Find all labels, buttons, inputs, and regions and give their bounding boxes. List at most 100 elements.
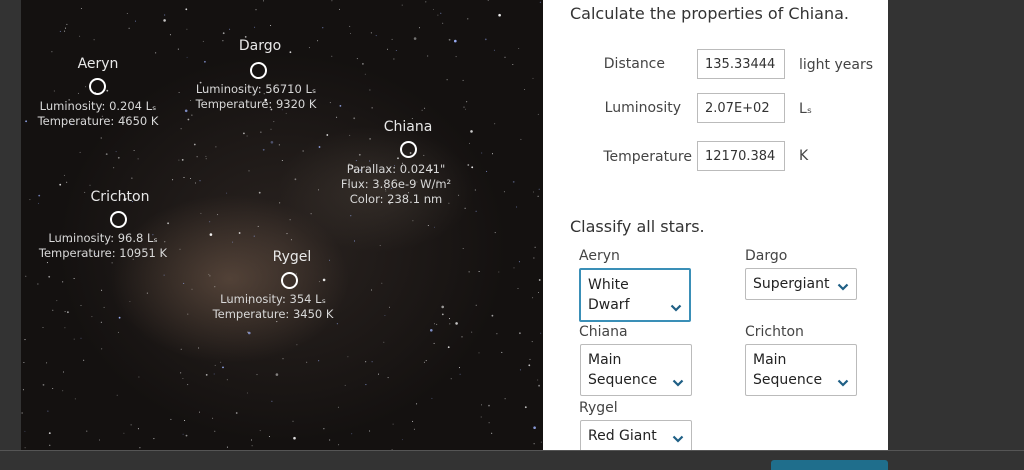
background-star bbox=[23, 362, 25, 363]
background-star bbox=[350, 215, 352, 217]
classify-value-crichton: Main Sequence bbox=[753, 352, 823, 388]
distance-input[interactable] bbox=[697, 49, 785, 79]
background-star bbox=[24, 430, 26, 432]
star-info-dargo: Luminosity: 56710 Lₛ Temperature: 9320 K bbox=[181, 82, 331, 112]
background-star bbox=[503, 191, 505, 193]
background-star bbox=[427, 55, 429, 57]
background-star bbox=[53, 90, 55, 92]
star-marker-crichton[interactable] bbox=[110, 211, 127, 228]
submit-button[interactable] bbox=[771, 460, 888, 470]
background-star bbox=[205, 155, 207, 157]
background-star bbox=[354, 240, 355, 242]
background-star bbox=[338, 444, 340, 446]
background-star bbox=[256, 374, 258, 376]
background-star bbox=[193, 143, 196, 146]
distance-label: Distance bbox=[603, 56, 665, 72]
background-star bbox=[401, 439, 403, 441]
background-star bbox=[100, 137, 102, 139]
background-star bbox=[232, 241, 234, 243]
background-star bbox=[412, 420, 414, 422]
temperature-unit: K bbox=[799, 148, 809, 164]
star-flux-chiana: Flux: 3.86e-9 W/m² bbox=[340, 177, 452, 191]
background-star bbox=[103, 306, 105, 308]
background-star bbox=[24, 447, 26, 449]
background-star bbox=[336, 323, 338, 325]
classify-select-chiana[interactable]: Main Sequence bbox=[580, 344, 692, 396]
background-star bbox=[130, 424, 132, 426]
background-star bbox=[46, 262, 48, 264]
star-luminosity-dargo: Luminosity: 56710 Lₛ bbox=[195, 82, 317, 96]
background-star bbox=[226, 379, 228, 381]
background-star bbox=[532, 297, 534, 299]
classify-select-rygel[interactable]: Red Giant bbox=[580, 420, 692, 452]
background-star bbox=[484, 38, 487, 41]
background-star bbox=[117, 331, 119, 333]
star-marker-rygel[interactable] bbox=[281, 272, 298, 289]
background-star bbox=[430, 329, 433, 332]
temperature-label: Temperature bbox=[603, 149, 692, 165]
star-marker-chiana[interactable] bbox=[400, 141, 417, 158]
background-star bbox=[205, 374, 208, 376]
background-star bbox=[251, 439, 252, 441]
background-star bbox=[186, 28, 188, 30]
background-star bbox=[539, 1, 541, 3]
background-star bbox=[533, 426, 536, 430]
classify-select-dargo[interactable]: Supergiant bbox=[745, 268, 857, 300]
background-star bbox=[538, 292, 539, 293]
background-star bbox=[286, 233, 288, 235]
background-star bbox=[302, 150, 304, 152]
background-star bbox=[80, 305, 82, 306]
chevron-down-icon bbox=[672, 379, 684, 387]
star-marker-aeryn[interactable] bbox=[89, 78, 106, 95]
background-star bbox=[222, 32, 225, 35]
background-star bbox=[454, 39, 457, 43]
background-star bbox=[459, 367, 460, 369]
background-star bbox=[537, 113, 539, 115]
background-star bbox=[180, 348, 182, 350]
background-star bbox=[48, 275, 51, 278]
background-star bbox=[481, 152, 483, 154]
background-star bbox=[52, 388, 54, 389]
background-star bbox=[217, 214, 219, 216]
luminosity-input[interactable] bbox=[697, 93, 785, 123]
background-star bbox=[73, 278, 75, 279]
background-star bbox=[369, 138, 371, 140]
background-star bbox=[200, 212, 202, 214]
background-star bbox=[235, 412, 238, 414]
star-temperature-crichton: Temperature: 10951 K bbox=[38, 246, 168, 260]
background-star bbox=[214, 430, 216, 432]
background-star bbox=[182, 433, 184, 435]
background-star bbox=[537, 195, 539, 197]
background-star bbox=[462, 248, 464, 249]
classify-select-crichton[interactable]: Main Sequence bbox=[745, 344, 857, 396]
temperature-input[interactable] bbox=[697, 141, 785, 171]
background-star bbox=[191, 288, 193, 290]
background-star bbox=[355, 160, 357, 162]
chevron-down-icon bbox=[837, 283, 849, 291]
star-marker-dargo[interactable] bbox=[250, 62, 267, 79]
background-star bbox=[254, 26, 256, 28]
background-star bbox=[448, 38, 451, 41]
background-star bbox=[336, 116, 338, 118]
background-star bbox=[106, 89, 109, 92]
star-info-rygel: Luminosity: 354 Lₛ Temperature: 3450 K bbox=[203, 292, 343, 322]
background-star bbox=[29, 199, 31, 201]
background-star bbox=[79, 151, 81, 153]
background-star bbox=[492, 153, 493, 155]
background-star bbox=[123, 432, 125, 434]
background-star bbox=[79, 35, 81, 37]
background-star bbox=[504, 398, 506, 400]
background-star bbox=[51, 51, 53, 53]
classify-select-aeryn[interactable]: White Dwarf bbox=[579, 268, 691, 322]
background-star bbox=[213, 373, 215, 375]
background-star bbox=[296, 344, 298, 346]
background-star bbox=[186, 56, 188, 58]
background-star bbox=[469, 142, 470, 144]
background-star bbox=[133, 150, 135, 151]
background-star bbox=[204, 60, 206, 63]
background-star bbox=[370, 32, 372, 34]
background-star bbox=[185, 8, 188, 11]
background-star bbox=[268, 436, 270, 437]
background-star bbox=[362, 63, 364, 65]
background-star bbox=[137, 428, 139, 430]
